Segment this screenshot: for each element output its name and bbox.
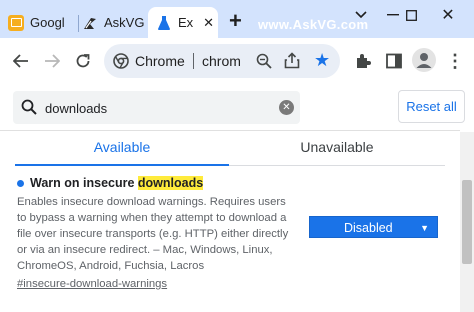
- zoom-icon[interactable]: [256, 53, 272, 74]
- share-icon[interactable]: [284, 52, 300, 74]
- scrollbar-thumb[interactable]: [462, 180, 472, 264]
- flags-tabs: Available Unavailable: [15, 132, 445, 166]
- tab-unavailable[interactable]: Unavailable: [229, 132, 445, 166]
- scrollbar[interactable]: [460, 132, 474, 312]
- forward-button[interactable]: [41, 50, 63, 72]
- new-tab-button[interactable]: +: [229, 10, 242, 32]
- select-value: Disabled: [344, 221, 393, 235]
- address-scheme-label: Chrome: [135, 53, 185, 69]
- clear-search-icon[interactable]: ✕: [279, 100, 294, 115]
- search-input[interactable]: [45, 98, 265, 118]
- reset-all-button[interactable]: Reset all: [398, 90, 465, 123]
- address-divider: [193, 53, 194, 69]
- search-match-highlight: downloads: [137, 176, 204, 190]
- experiment-item: Warn on insecure downloads Enables insec…: [17, 176, 447, 292]
- experiment-state-select[interactable]: Disabled ▼: [309, 216, 438, 238]
- extensions-icon[interactable]: [352, 50, 374, 72]
- search-header: ✕ Reset all: [0, 84, 474, 132]
- search-icon: [21, 99, 37, 120]
- header-divider: [0, 130, 460, 131]
- more-menu-icon[interactable]: ⋮: [444, 50, 466, 72]
- tab-strip: Googl AskVG Ex ✕ + www.AskVG.com ✕: [0, 0, 474, 38]
- profile-avatar[interactable]: [412, 48, 436, 72]
- experiment-title: Warn on insecure downloads: [17, 176, 447, 190]
- window-close-button[interactable]: ✕: [433, 4, 463, 26]
- side-panel-icon[interactable]: [383, 50, 405, 72]
- maximize-button[interactable]: [396, 4, 426, 26]
- bookmark-star-icon[interactable]: ★: [314, 50, 330, 71]
- address-url: chrom: [202, 53, 241, 69]
- toolbar: Chrome chrom ★ ⋮: [0, 38, 474, 84]
- tab-google[interactable]: Googl: [8, 7, 74, 38]
- tab-experiments[interactable]: Ex ✕: [148, 7, 218, 38]
- reload-button[interactable]: [72, 50, 94, 72]
- askvg-icon: [82, 15, 98, 31]
- close-icon[interactable]: ✕: [203, 15, 214, 31]
- experiment-title-text: Warn on insecure: [30, 176, 138, 190]
- tab-search-icon[interactable]: [346, 4, 376, 26]
- back-button[interactable]: [10, 50, 32, 72]
- search-box[interactable]: ✕: [13, 91, 300, 124]
- tab-title: AskVG: [104, 15, 144, 30]
- experiment-description: Enables insecure download warnings. Requ…: [17, 196, 289, 272]
- tab-separator: [78, 15, 79, 32]
- chrome-icon: [113, 53, 129, 74]
- tab-title: Ex: [178, 15, 194, 30]
- chevron-down-icon: ▼: [420, 223, 429, 233]
- flask-icon: [156, 15, 172, 31]
- experiment-permalink[interactable]: #insecure-download-warnings: [17, 278, 167, 290]
- tab-askvg[interactable]: AskVG: [82, 7, 144, 38]
- tab-title: Googl: [30, 15, 65, 30]
- modified-dot-icon: [17, 179, 24, 187]
- google-icon: [8, 14, 24, 31]
- tab-available[interactable]: Available: [15, 132, 229, 166]
- address-bar[interactable]: Chrome chrom ★: [104, 44, 340, 78]
- flags-page: ✕ Reset all Available Unavailable Warn o…: [0, 84, 474, 312]
